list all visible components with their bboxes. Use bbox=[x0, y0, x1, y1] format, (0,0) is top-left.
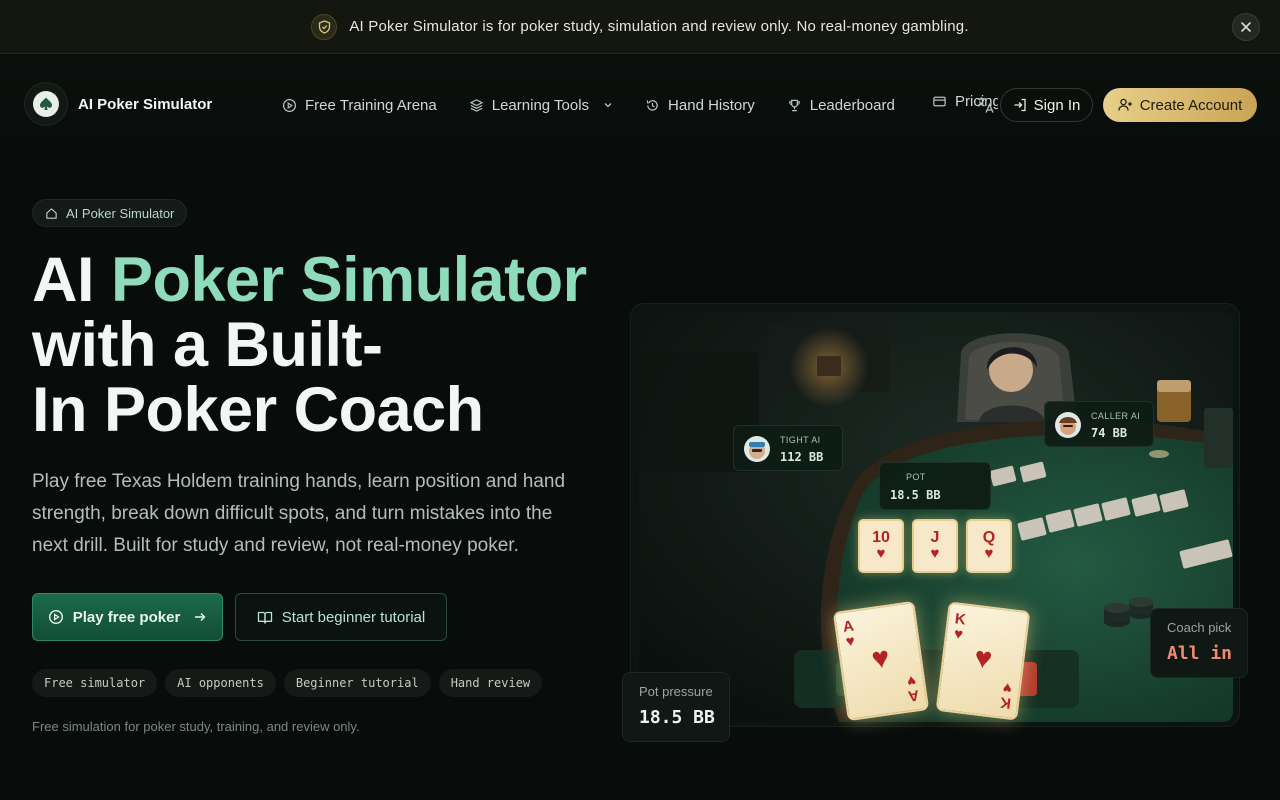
play-circle-icon bbox=[282, 98, 297, 112]
hero-title-line3: In Poker Coach bbox=[32, 375, 484, 445]
card-icon bbox=[933, 96, 946, 107]
caller-ai-label: CALLER AI bbox=[1091, 411, 1141, 421]
start-tutorial-label: Start beginner tutorial bbox=[281, 608, 426, 626]
log-in-icon bbox=[1014, 98, 1026, 112]
heart-icon: ♥ bbox=[930, 545, 940, 562]
tight-ai-avatar bbox=[744, 436, 770, 462]
nav-link-label: Free Training Arena bbox=[305, 96, 437, 114]
board-card: 10 ♥ bbox=[858, 519, 904, 573]
hero-badge: AI Poker Simulator bbox=[32, 199, 188, 227]
nav-links: Free Training Arena Learning Tools Hand … bbox=[282, 93, 927, 117]
disclaimer-banner: AI Poker Simulator is for poker study, s… bbox=[0, 0, 1280, 54]
coach-pick-card: Coach pick All in bbox=[1150, 608, 1248, 678]
hero-title: AI Poker Simulator with a Built- In Poke… bbox=[32, 248, 612, 443]
arrow-right-icon bbox=[195, 613, 206, 621]
nav-link-label: Learning Tools bbox=[491, 96, 590, 114]
trophy-icon bbox=[788, 99, 800, 111]
pot-pressure-card: Pot pressure 18.5 BB bbox=[622, 672, 730, 742]
poker-table-preview: TIGHT AI 112 BB CALLER AI 74 BB POT 18.5… bbox=[630, 303, 1240, 727]
board-card: Q ♥ bbox=[966, 519, 1012, 573]
board-card-rank: 10 bbox=[872, 529, 890, 546]
hero-title-plain: AI bbox=[32, 245, 112, 315]
sign-in-label: Sign In bbox=[1033, 96, 1081, 114]
banner-content: AI Poker Simulator is for poker study, s… bbox=[311, 13, 969, 40]
play-free-poker-label: Play free poker bbox=[72, 608, 181, 626]
close-banner-button[interactable] bbox=[1232, 13, 1260, 41]
banner-text: AI Poker Simulator is for poker study, s… bbox=[349, 18, 969, 35]
home-icon bbox=[46, 207, 57, 219]
create-account-button[interactable]: Create Account bbox=[1103, 88, 1257, 122]
play-free-poker-button[interactable]: Play free poker bbox=[32, 593, 223, 641]
nav-link-label: Hand History bbox=[668, 96, 755, 114]
layers-icon bbox=[470, 98, 483, 112]
brand-link[interactable]: AI Poker Simulator bbox=[24, 82, 212, 126]
hero-footnote: Free simulation for poker study, trainin… bbox=[32, 719, 360, 734]
translate-icon[interactable] bbox=[976, 96, 996, 114]
feature-chip: Free simulator bbox=[32, 669, 158, 697]
heart-icon: ♥ bbox=[876, 545, 886, 562]
start-tutorial-button[interactable]: Start beginner tutorial bbox=[235, 593, 447, 641]
hero-badge-label: AI Poker Simulator bbox=[66, 205, 175, 221]
feature-chips: Free simulator AI opponents Beginner tut… bbox=[32, 669, 543, 697]
board-card-rank: Q bbox=[982, 529, 996, 546]
pot-amount: 18.5 BB bbox=[890, 488, 941, 502]
tight-ai-label: TIGHT AI bbox=[780, 435, 821, 445]
brand-name: AI Poker Simulator bbox=[78, 95, 213, 113]
nav-learning-tools[interactable]: Learning Tools bbox=[469, 97, 613, 114]
nav-link-label: Leaderboard bbox=[809, 96, 895, 114]
hole-card-king: K ♥ ♥ K ♥ bbox=[935, 601, 1031, 721]
hero-title-line2: with a Built- bbox=[32, 310, 383, 380]
brand-logo bbox=[24, 82, 68, 126]
pot-display: POT 18.5 BB bbox=[879, 462, 991, 510]
nav-free-training-arena[interactable]: Free Training Arena bbox=[282, 97, 437, 114]
nav-hand-history[interactable]: Hand History bbox=[645, 97, 755, 114]
feature-chip: Hand review bbox=[438, 669, 543, 697]
hole-card-corner: A ♥ bbox=[841, 617, 857, 651]
coach-pick-value: All in bbox=[1167, 643, 1233, 664]
create-account-label: Create Account bbox=[1139, 96, 1243, 114]
nav-pricing[interactable]: Pricing bbox=[932, 93, 998, 110]
feature-chip: Beginner tutorial bbox=[283, 669, 431, 697]
tight-ai-stack: 112 BB bbox=[780, 450, 824, 464]
close-icon bbox=[1241, 22, 1251, 32]
shield-icon bbox=[311, 13, 338, 40]
pot-label: POT bbox=[906, 472, 926, 482]
hole-card-corner: A ♥ bbox=[905, 671, 921, 705]
table-illustration bbox=[639, 312, 1233, 722]
caller-ai-seat: CALLER AI 74 BB bbox=[1044, 401, 1154, 447]
tight-ai-seat: TIGHT AI 112 BB bbox=[733, 425, 843, 471]
hole-card-corner: K ♥ bbox=[999, 678, 1013, 712]
play-circle-icon bbox=[48, 609, 63, 625]
pot-pressure-value: 18.5 BB bbox=[639, 707, 715, 728]
pot-pressure-label: Pot pressure bbox=[639, 684, 713, 699]
history-icon bbox=[646, 99, 658, 111]
coach-pick-label: Coach pick bbox=[1167, 620, 1232, 635]
user-plus-icon bbox=[1118, 98, 1132, 111]
hero-description: Play free Texas Holdem training hands, l… bbox=[32, 471, 566, 556]
heart-icon: ♥ bbox=[972, 641, 995, 676]
hole-card-corner: K ♥ bbox=[953, 610, 967, 644]
book-open-icon bbox=[257, 611, 272, 624]
heart-icon: ♥ bbox=[984, 545, 994, 562]
nav-leaderboard[interactable]: Leaderboard bbox=[787, 97, 895, 114]
hero-title-accent: Poker Simulator bbox=[111, 245, 587, 315]
caller-ai-avatar bbox=[1055, 412, 1081, 438]
sign-in-button[interactable]: Sign In bbox=[1000, 88, 1093, 122]
hole-card-ace: A ♥ ♥ A ♥ bbox=[832, 600, 930, 722]
board-card: J ♥ bbox=[912, 519, 958, 573]
spade-icon bbox=[33, 91, 59, 117]
feature-chip: AI opponents bbox=[165, 669, 276, 697]
board-card-rank: J bbox=[930, 529, 940, 546]
poker-table-scene: TIGHT AI 112 BB CALLER AI 74 BB POT 18.5… bbox=[639, 312, 1233, 722]
chevron-down-icon bbox=[604, 103, 612, 108]
caller-ai-stack: 74 BB bbox=[1091, 426, 1128, 440]
